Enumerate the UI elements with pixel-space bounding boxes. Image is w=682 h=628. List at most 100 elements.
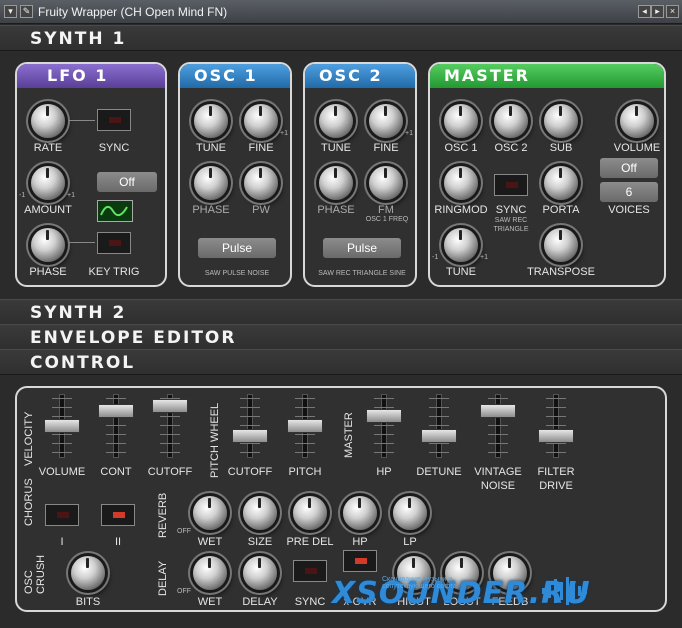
next-preset-icon[interactable]: ▸ <box>651 5 664 18</box>
osc1-fine-label: FINE <box>248 142 274 154</box>
fader-tick <box>295 407 315 408</box>
lfo-phase-knob[interactable] <box>31 228 65 262</box>
osc2-title: OSC 2 <box>305 64 415 88</box>
ringmod-knob[interactable] <box>444 166 478 200</box>
fader-tick <box>160 452 180 453</box>
wrench-icon[interactable]: ✎ <box>20 5 33 18</box>
lfo-amount-knob[interactable] <box>31 166 65 200</box>
sine-wave-icon[interactable] <box>97 200 133 222</box>
control-master-label: MASTER <box>343 412 355 458</box>
fader-tick <box>295 452 315 453</box>
fader-handle-cutoff[interactable] <box>152 399 188 413</box>
osc1-phase-knob[interactable] <box>194 166 228 200</box>
section-envelope[interactable]: ENVELOPE EDITOR <box>0 324 682 350</box>
fader-track-pw_cutoff[interactable] <box>247 394 253 458</box>
voices-dropdown[interactable]: 6 <box>600 182 658 202</box>
fader-handle-cont[interactable] <box>98 404 134 418</box>
osc1-fine-knob[interactable] <box>244 104 278 138</box>
fader-tick <box>488 443 508 444</box>
fader-handle-pw_cutoff[interactable] <box>232 429 268 443</box>
fader-handle-detune[interactable] <box>421 429 457 443</box>
lfo-keytrig-toggle[interactable] <box>97 232 131 254</box>
fader-tick <box>52 398 72 399</box>
voices-label: VOICES <box>608 204 650 216</box>
connector <box>69 120 95 121</box>
master-sync-toggle[interactable] <box>494 174 528 196</box>
lfo1-title: LFO 1 <box>17 64 165 88</box>
reverb-size-knob[interactable] <box>243 496 277 530</box>
prev-preset-icon[interactable]: ◂ <box>638 5 651 18</box>
fader-handle-filter_drive[interactable] <box>538 429 574 443</box>
transpose-knob[interactable] <box>544 228 578 262</box>
fader-tick <box>240 407 260 408</box>
transpose-label: TRANSPOSE <box>527 266 595 278</box>
fader-tick <box>106 425 126 426</box>
fader-tick <box>546 416 566 417</box>
fader-tick <box>429 407 449 408</box>
delay-sync-toggle[interactable] <box>293 560 327 582</box>
osc2-wave-dropdown[interactable]: Pulse <box>323 238 401 258</box>
close-icon[interactable]: × <box>666 5 679 18</box>
delay-off: OFF <box>177 588 191 595</box>
osc1-wave-dropdown[interactable]: Pulse <box>198 238 276 258</box>
lfo-amount-dropdown[interactable]: Off <box>97 172 157 192</box>
fader-tick <box>52 416 72 417</box>
fader-tick <box>488 398 508 399</box>
master-osc1-knob[interactable] <box>444 104 478 138</box>
fine-max: +1 <box>280 130 288 137</box>
osc2-fm-knob[interactable] <box>369 166 403 200</box>
osc1-tune-knob[interactable] <box>194 104 228 138</box>
reverb-lp-knob[interactable] <box>393 496 427 530</box>
chorus-ii-toggle[interactable] <box>101 504 135 526</box>
tune-min: -1 <box>432 254 439 261</box>
master-title: MASTER <box>430 64 664 88</box>
watermark-logo: XSOUNDER.RU Скачивание музыки и сопутств… <box>332 576 642 624</box>
fader-tick <box>374 398 394 399</box>
fader-tick <box>106 398 126 399</box>
watermark-tagline: Скачивание музыки и сопутствующего софта <box>382 576 457 590</box>
fader-handle-hp[interactable] <box>366 409 402 423</box>
bits-knob[interactable] <box>71 556 105 590</box>
reverb-hp-knob[interactable] <box>343 496 377 530</box>
fader-tick <box>160 416 180 417</box>
fader-track-detune[interactable] <box>436 394 442 458</box>
title-bar: ▾ ✎ Fruity Wrapper (CH Open Mind FN) ◂ ▸… <box>0 0 682 24</box>
osc1-pw-label: PW <box>252 204 270 216</box>
lfo-sync-toggle[interactable] <box>97 109 131 131</box>
plugin-menu-icon[interactable]: ▾ <box>4 5 17 18</box>
master-volume-knob[interactable] <box>620 104 654 138</box>
porta-knob[interactable] <box>544 166 578 200</box>
fader-tick <box>488 434 508 435</box>
fader-tick <box>429 398 449 399</box>
master-tune-knob[interactable] <box>444 228 478 262</box>
fader-tick <box>240 452 260 453</box>
fader-handle-volume[interactable] <box>44 419 80 433</box>
fader-tick <box>295 416 315 417</box>
chorus-i-toggle[interactable] <box>45 504 79 526</box>
delay-wet-knob[interactable] <box>193 556 227 590</box>
master-sub-knob[interactable] <box>544 104 578 138</box>
reverb-predel-knob[interactable] <box>293 496 327 530</box>
fader-track-filter_drive[interactable] <box>553 394 559 458</box>
fader-handle-vintage[interactable] <box>480 404 516 418</box>
section-synth1[interactable]: SYNTH 1 <box>0 25 682 51</box>
fader-handle-pitch[interactable] <box>287 419 323 433</box>
lfo-rate-knob[interactable] <box>31 104 65 138</box>
xover-toggle[interactable] <box>343 550 377 572</box>
reverb-wet-knob[interactable] <box>193 496 227 530</box>
fader-tick <box>106 452 126 453</box>
window-title: Fruity Wrapper (CH Open Mind FN) <box>38 5 228 19</box>
porta-dropdown[interactable]: Off <box>600 158 658 178</box>
osc2-phase-knob[interactable] <box>319 166 353 200</box>
section-control[interactable]: CONTROL <box>0 349 682 375</box>
fader-tick <box>546 407 566 408</box>
master-osc2-knob[interactable] <box>494 104 528 138</box>
osc2-fine-knob[interactable] <box>369 104 403 138</box>
section-synth2[interactable]: SYNTH 2 <box>0 299 682 325</box>
drive-label: DRIVE <box>539 480 573 492</box>
delay-time-knob[interactable] <box>243 556 277 590</box>
osc1-pw-knob[interactable] <box>244 166 278 200</box>
fader-track-hp[interactable] <box>381 394 387 458</box>
fader-tick <box>546 443 566 444</box>
osc2-tune-knob[interactable] <box>319 104 353 138</box>
